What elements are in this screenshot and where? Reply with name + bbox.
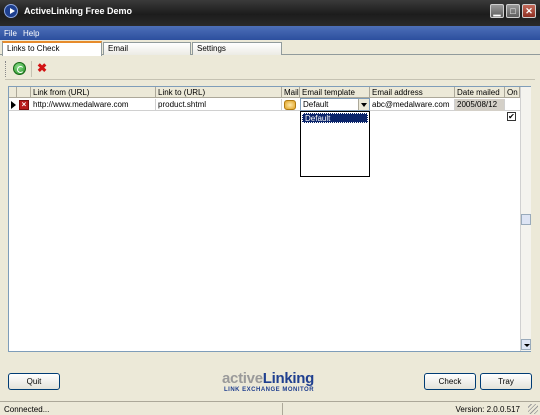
activelinking-logo: activeLinking LINK EXCHANGE MONITOR xyxy=(222,370,322,396)
maximize-button[interactable]: □ xyxy=(506,4,520,18)
version-text: Version: 2.0.0.517 xyxy=(455,405,521,414)
quit-button[interactable]: Quit xyxy=(8,373,60,390)
minimize-button[interactable]: ▁ xyxy=(490,4,504,18)
header-link-from[interactable]: Link from (URL) xyxy=(31,87,156,98)
tab-settings[interactable]: Settings xyxy=(192,42,282,55)
close-button[interactable]: ✕ xyxy=(522,4,536,18)
cell-date-mailed[interactable]: 2005/08/12 xyxy=(455,99,505,111)
logo-text: activeLinking xyxy=(222,370,314,387)
on-checkbox[interactable]: ✔ xyxy=(507,112,516,121)
toolbar-separator xyxy=(31,61,32,77)
chevron-down-icon[interactable] xyxy=(358,99,369,110)
header-mail[interactable]: Mail xyxy=(282,87,300,98)
status-text: Connected... xyxy=(4,405,50,414)
dropdown-option-default[interactable]: Default xyxy=(302,113,368,123)
grid-header: Link from (URL) Link to (URL) Mail Email… xyxy=(9,87,520,98)
header-date-mailed[interactable]: Date mailed xyxy=(455,87,505,98)
toolbar-grip[interactable] xyxy=(5,61,8,77)
scroll-thumb[interactable] xyxy=(521,214,531,225)
logo-suffix: Linking xyxy=(262,370,315,387)
cell-link-from[interactable]: http://www.medalware.com xyxy=(31,99,156,111)
check-button[interactable]: Check xyxy=(424,373,476,390)
resize-grip[interactable] xyxy=(528,404,538,414)
header-indicator xyxy=(9,87,17,98)
row-pointer-icon xyxy=(11,101,16,109)
tab-bar: Links to Check Email Settings xyxy=(0,40,540,56)
status-divider xyxy=(282,403,283,415)
email-template-dropdown[interactable]: Default xyxy=(300,111,370,177)
header-link-to[interactable]: Link to (URL) xyxy=(156,87,282,98)
refresh-icon[interactable] xyxy=(13,62,26,75)
logo-prefix: active xyxy=(222,370,263,387)
menu-help[interactable]: Help xyxy=(23,29,39,38)
header-on[interactable]: On xyxy=(505,87,520,98)
header-email-address[interactable]: Email address xyxy=(370,87,455,98)
app-icon[interactable] xyxy=(4,4,18,18)
tab-links-to-check[interactable]: Links to Check xyxy=(2,41,102,56)
title-bar[interactable]: ActiveLinking Free Demo ▁ □ ✕ xyxy=(0,0,540,26)
vertical-scrollbar[interactable] xyxy=(520,87,531,351)
error-status-icon: × xyxy=(19,100,29,110)
menu-bar: File Help xyxy=(0,26,540,40)
table-row[interactable]: × http://www.medalware.com product.shtml… xyxy=(9,99,520,121)
tray-button[interactable]: Tray xyxy=(480,373,532,390)
mail-icon[interactable] xyxy=(284,100,296,110)
header-status xyxy=(17,87,31,98)
email-template-value: Default xyxy=(303,100,329,109)
cell-email-address[interactable]: abc@medalware.com xyxy=(370,99,455,111)
logo-tagline: LINK EXCHANGE MONITOR xyxy=(224,387,315,393)
email-template-select[interactable]: Default xyxy=(300,98,370,111)
links-grid[interactable]: Link from (URL) Link to (URL) Mail Email… xyxy=(8,86,531,352)
delete-icon[interactable]: ✖ xyxy=(37,61,47,75)
header-email-template[interactable]: Email template xyxy=(300,87,370,98)
toolbar: ✖ xyxy=(5,58,535,80)
scroll-down-button[interactable] xyxy=(521,339,531,350)
tab-email[interactable]: Email xyxy=(103,42,191,55)
cell-link-to[interactable]: product.shtml xyxy=(156,99,282,111)
status-bar: Connected... Version: 2.0.0.517 xyxy=(0,401,540,415)
window-title: ActiveLinking Free Demo xyxy=(24,6,133,16)
menu-file[interactable]: File xyxy=(4,29,17,38)
